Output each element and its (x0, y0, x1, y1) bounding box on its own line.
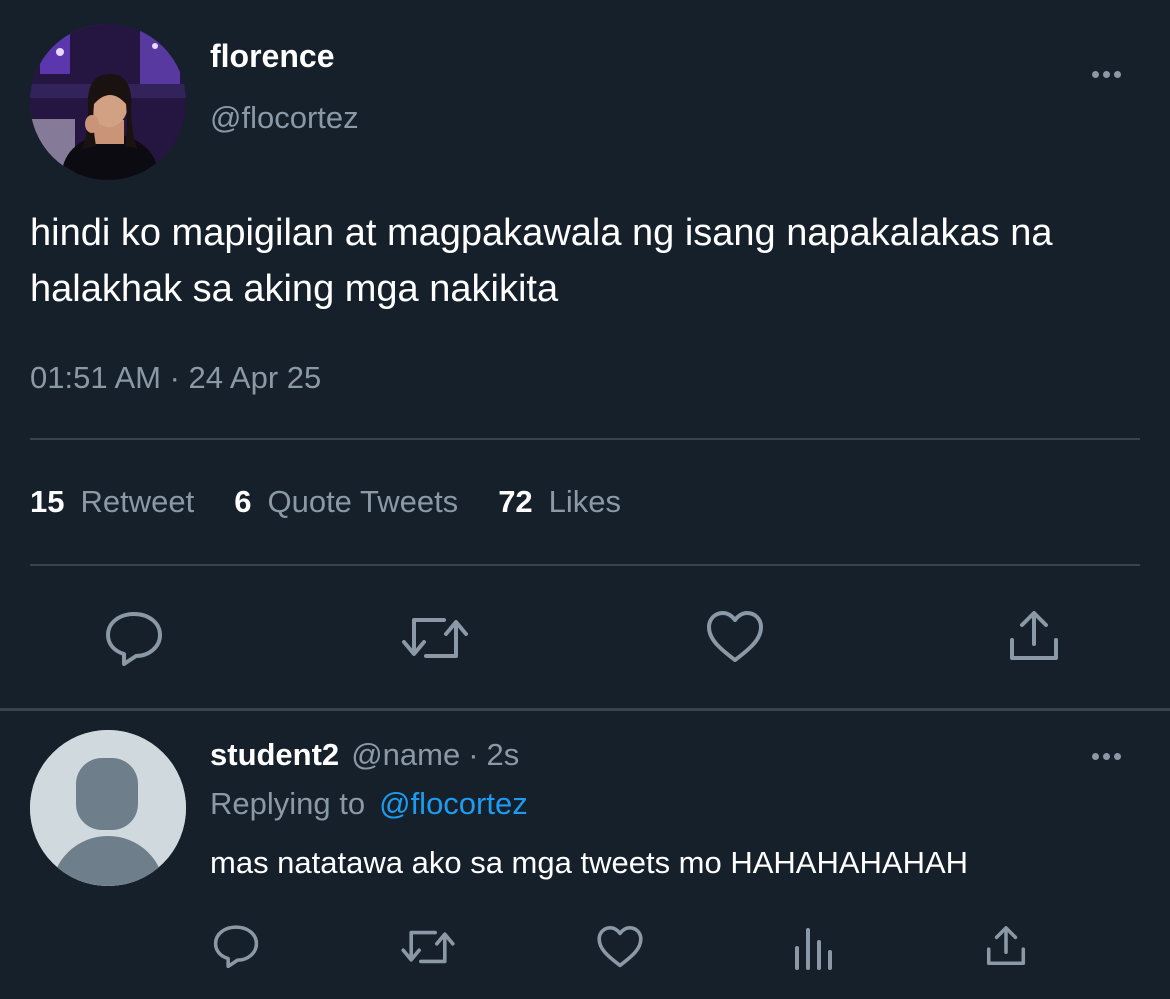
reply-share-button[interactable] (984, 924, 1028, 968)
retweet-button[interactable] (400, 612, 470, 664)
reply-icon (213, 925, 259, 968)
reply-author-handle[interactable]: @name (351, 737, 460, 773)
reply-reply-button[interactable] (212, 924, 260, 968)
divider (30, 438, 1140, 440)
tweet-stats: 15 Retweet 6 Quote Tweets 72 Likes (30, 484, 661, 526)
replying-to-label: Replying to (210, 786, 366, 821)
default-avatar-icon (30, 730, 186, 886)
thread-divider (0, 708, 1170, 711)
more-options-icon[interactable] (1084, 64, 1128, 84)
reply-time[interactable]: 2s (487, 737, 520, 773)
reply-text: mas natatawa ako sa mga tweets mo HAHAHA… (210, 845, 969, 880)
more-dot (1102, 70, 1110, 78)
quote-count: 6 (234, 484, 252, 519)
quote-label: Quote Tweets (267, 484, 459, 519)
analytics-icon (795, 928, 832, 970)
more-dot (1091, 752, 1099, 760)
retweet-icon (401, 930, 455, 964)
like-label: Likes (548, 484, 622, 519)
reply-header: student2 @name · 2s (210, 737, 519, 773)
profile-photo (30, 24, 186, 180)
author-avatar[interactable] (30, 24, 186, 180)
reply-retweet-button[interactable] (400, 926, 456, 968)
divider (30, 564, 1140, 566)
reply-more-options-icon[interactable] (1084, 746, 1128, 766)
main-tweet: florence @flocortez hindi ko mapigilan a… (0, 0, 1170, 708)
retweet-count-link[interactable]: 15 Retweet (30, 484, 194, 520)
replying-to-line: Replying to @flocortez (210, 786, 528, 822)
tweet-thread-page: florence @flocortez hindi ko mapigilan a… (0, 0, 1170, 999)
more-dot (1113, 752, 1121, 760)
like-button[interactable] (705, 610, 765, 664)
more-dot (1113, 70, 1121, 78)
more-dot (1091, 70, 1099, 78)
like-icon (597, 926, 643, 968)
reply-like-button[interactable] (596, 925, 644, 969)
reply-button[interactable] (104, 610, 164, 666)
share-icon (1010, 611, 1058, 660)
reply-icon (106, 612, 162, 666)
tweet-timestamp[interactable]: 01:51 AM · 24 Apr 25 (30, 360, 321, 396)
reply-separator: · (468, 737, 479, 772)
more-dot (1102, 752, 1110, 760)
reply-analytics-button[interactable] (792, 926, 834, 970)
tweet-text: hindi ko mapigilan at magpakawala ng isa… (30, 212, 1053, 310)
replying-to-link[interactable]: @flocortez (379, 786, 528, 822)
retweet-count: 15 (30, 484, 65, 519)
like-count: 72 (498, 484, 533, 519)
reply-author-name[interactable]: student2 (210, 737, 339, 773)
share-button[interactable] (1006, 608, 1062, 664)
author-display-name[interactable]: florence (210, 38, 334, 75)
author-handle[interactable]: @flocortez (210, 100, 359, 136)
reply-author-avatar[interactable] (30, 730, 186, 886)
quote-count-link[interactable]: 6 Quote Tweets (234, 484, 458, 520)
like-count-link[interactable]: 72 Likes (498, 484, 621, 520)
retweet-label: Retweet (80, 484, 195, 519)
share-icon (986, 926, 1026, 966)
retweet-icon (402, 618, 468, 658)
like-icon (707, 611, 763, 662)
